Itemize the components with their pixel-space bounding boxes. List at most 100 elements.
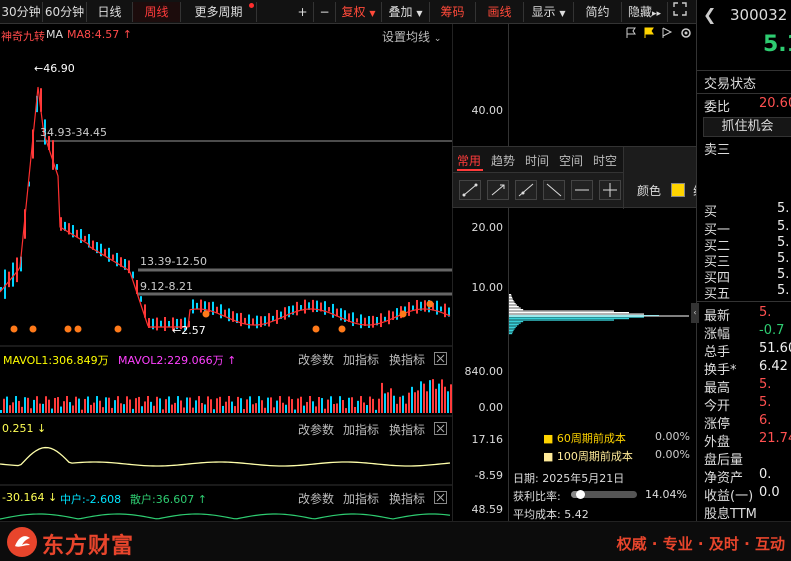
draw-tabs: 常用 趋势 时间 空间 时空 (453, 147, 623, 173)
volume-bar (366, 405, 368, 413)
volume-bar (261, 400, 263, 413)
candle (192, 299, 194, 314)
color-swatch[interactable] (671, 183, 685, 197)
p3-close-icon[interactable] (434, 422, 447, 438)
tab-time[interactable]: 时间 (525, 152, 549, 169)
p3-switch-indicator-button[interactable]: 换指标 (389, 421, 425, 438)
vol-add-indicator-button[interactable]: 加指标 (343, 351, 379, 368)
p4-switch-indicator-button[interactable]: 换指标 (389, 490, 425, 507)
candle (388, 310, 390, 325)
nine-turn-marker (29, 325, 37, 333)
volume-bar (123, 404, 125, 413)
more-periods-button[interactable]: 更多周期 (181, 2, 257, 22)
quote-panel: ❮ 300032 5.1 交易状态 委比20.60 抓住机会 卖三 买5. 买一… (696, 0, 791, 521)
volume-bar (342, 400, 344, 413)
vol-change-params-button[interactable]: 改参数 (298, 351, 334, 368)
stat-row: 今开 5. (697, 395, 791, 414)
volume-bar (279, 396, 281, 413)
divider (697, 93, 791, 94)
candle (276, 309, 278, 324)
volume-bar (396, 403, 398, 413)
settings-ma-button[interactable]: 设置均线 ⌄ (382, 28, 441, 45)
volume-bar (195, 400, 197, 413)
volume-bar (381, 382, 383, 413)
hide-button[interactable]: 隐藏▸▸ (622, 2, 668, 22)
vol-switch-indicator-button[interactable]: 换指标 (389, 351, 425, 368)
color-label: 颜色 (637, 184, 662, 198)
p3-add-indicator-button[interactable]: 加指标 (343, 421, 379, 438)
candle (140, 296, 142, 302)
draw-line-button[interactable]: 画线 (476, 2, 524, 22)
annotation-level3: 9.12-8.21 (140, 280, 193, 293)
tab-spacetime[interactable]: 时空 (593, 152, 617, 169)
p3-change-params-button[interactable]: 改参数 (298, 421, 334, 438)
volume-bar (384, 393, 386, 413)
volume-bar (192, 407, 194, 413)
volume-bar (264, 407, 266, 413)
annotation-level2: 13.39-12.50 (140, 255, 207, 268)
tab-trend[interactable]: 趋势 (491, 152, 515, 169)
p4-change-params-button[interactable]: 改参数 (298, 490, 334, 507)
period-daily[interactable]: 日线 (87, 2, 133, 22)
cross-line-icon[interactable] (599, 180, 621, 200)
display-button[interactable]: 显示 ▼ (524, 2, 574, 22)
simple-button[interactable]: 简约 (574, 2, 622, 22)
nine-turn-marker (312, 325, 320, 333)
ray-line-icon[interactable] (487, 180, 509, 200)
zoom-in-button[interactable]: + (292, 2, 314, 22)
volume-bar (135, 398, 137, 413)
volume-bar (102, 407, 104, 413)
volume-bar (246, 399, 248, 413)
line-segment-icon[interactable] (459, 180, 481, 200)
popup-divider (623, 147, 624, 209)
diagonal-line-icon[interactable] (543, 180, 565, 200)
candle (296, 301, 298, 316)
ma-label: MA (46, 28, 64, 41)
fullscreen-button[interactable] (668, 2, 692, 22)
profit-ratio-value: 14.04% (645, 488, 687, 501)
volume-bar (234, 406, 236, 413)
period-30min[interactable]: 30分钟 (0, 2, 43, 22)
volume-bar (228, 396, 230, 413)
stats-list: 最新 5. 涨幅 -0.7 总手 51.60 换手* 6.42 最高 5. 今开 5. 涨停 6. 外盘 21… (697, 302, 791, 521)
back-chevron-icon[interactable]: ❮ (703, 5, 716, 24)
avg-cost: 平均成本: 5.42 (513, 508, 589, 521)
extended-line-icon[interactable] (515, 180, 537, 200)
period-60min[interactable]: 60分钟 (43, 2, 87, 22)
period-weekly[interactable]: 周线 (133, 2, 181, 22)
horizontal-line-icon[interactable] (571, 180, 593, 200)
p4-add-indicator-button[interactable]: 加指标 (343, 490, 379, 507)
volume-bar (132, 408, 134, 413)
chip-button[interactable]: 筹码 (430, 2, 476, 22)
volume-bar (222, 405, 224, 413)
zoom-out-button[interactable]: − (314, 2, 336, 22)
weibi-value: 20.60 (759, 96, 791, 111)
volume-bar (423, 383, 425, 413)
panel3-value-text: 0.251 (2, 422, 34, 435)
fullscreen-icon (673, 2, 687, 16)
volume-bar (51, 408, 53, 413)
buy-label: 买 (704, 205, 718, 220)
collapse-handle[interactable]: ‹ (691, 303, 699, 323)
volume-bar (309, 396, 311, 413)
grab-opportunity-button[interactable]: 抓住机会 (703, 117, 791, 137)
kline-chart[interactable] (0, 24, 452, 521)
p4-close-icon[interactable] (434, 491, 447, 507)
axis-label-10: 10.00 (471, 281, 504, 294)
vol-close-icon[interactable] (434, 352, 447, 368)
chart-area[interactable]: 神奇九转 MA MA8:4.57 ↑ 设置均线 ⌄ ←46.90 34.93-3… (0, 24, 452, 521)
candle (220, 304, 222, 319)
volume-bar (426, 391, 428, 413)
tab-common[interactable]: 常用 (457, 152, 481, 169)
overlay-button[interactable]: 叠加 ▼ (382, 2, 430, 22)
fuquan-button[interactable]: 复权 ▼ (336, 2, 382, 22)
buy5-row: 买五 5. (697, 283, 791, 302)
volume-bar (177, 396, 179, 413)
chip-bar (509, 304, 518, 306)
arrow-up-icon: ↑ (197, 493, 207, 506)
tab-space[interactable]: 空间 (559, 152, 583, 169)
volume-bar (207, 396, 209, 413)
stat-row: 盘后量 (697, 449, 791, 468)
candle (160, 320, 162, 328)
hide-label: 隐藏 (627, 5, 652, 19)
